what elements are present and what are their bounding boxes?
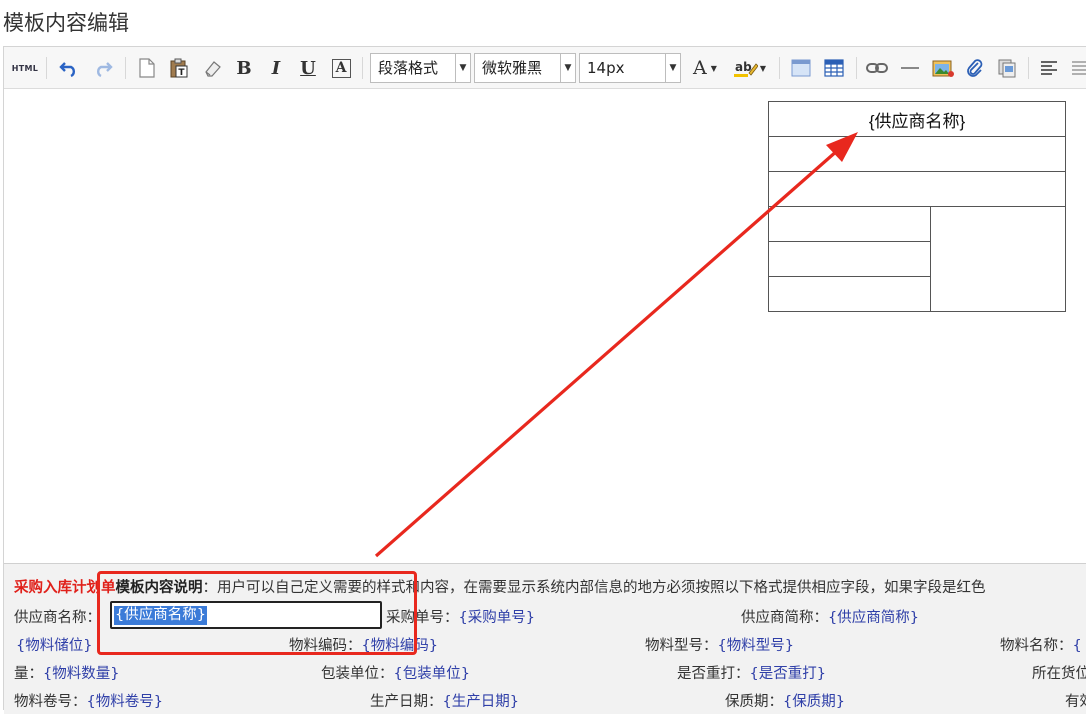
field-material-location[interactable]: {物料储位}	[16, 634, 92, 655]
table-cell[interactable]	[768, 136, 1066, 172]
table-header-cell[interactable]: {供应商名称}	[768, 101, 1066, 137]
table-cell[interactable]	[768, 206, 931, 242]
field-package-unit[interactable]: 包装单位：{包装单位}	[321, 662, 470, 683]
page-title: 模板内容编辑	[3, 11, 129, 35]
html-source-button[interactable]: HTML	[10, 54, 40, 82]
paste-text-icon[interactable]: T	[166, 54, 192, 82]
eraser-icon[interactable]	[199, 54, 225, 82]
font-family-select[interactable]: 微软雅黑 ▼	[474, 53, 576, 83]
align-justify-icon[interactable]	[1068, 54, 1086, 82]
paragraph-format-value: 段落格式	[378, 59, 439, 77]
field-roll-no[interactable]: 物料卷号：{物料卷号}	[14, 690, 163, 711]
table-icon[interactable]	[821, 54, 847, 82]
table-cell[interactable]	[768, 276, 931, 312]
field-reprint[interactable]: 是否重打：{是否重打}	[677, 662, 826, 683]
font-family-value: 微软雅黑	[482, 59, 543, 77]
field-material-model[interactable]: 物料型号：{物料型号}	[645, 634, 794, 655]
attachment-icon[interactable]	[962, 54, 988, 82]
field-production-date[interactable]: 生产日期：{生产日期}	[370, 690, 519, 711]
table-cell[interactable]	[930, 206, 1066, 312]
field-valid[interactable]: 有效	[1065, 690, 1086, 711]
template-icon[interactable]	[994, 54, 1020, 82]
font-size-select[interactable]: 14px ▼	[579, 53, 681, 83]
editor-content-area[interactable]: {供应商名称}	[4, 89, 1086, 563]
font-size-value: 14px	[587, 59, 625, 77]
field-material-name[interactable]: 物料名称：{	[1000, 634, 1082, 655]
link-icon[interactable]	[864, 54, 890, 82]
chevron-down-icon: ▼	[455, 54, 470, 82]
text-frame-icon[interactable]: A	[329, 54, 353, 82]
field-shelf-life[interactable]: 保质期：{保质期}	[725, 690, 845, 711]
paragraph-format-select[interactable]: 段落格式 ▼	[370, 53, 471, 83]
description-text: ：用户可以自己定义需要的样式和内容，在需要显示系统内部信息的地方必须按照以下格式…	[202, 580, 986, 596]
template-field-info-panel: 采购入库计划单模板内容说明：用户可以自己定义需要的样式和内容，在需要显示系统内部…	[4, 563, 1086, 714]
html-source-label: HTML	[11, 63, 39, 73]
selected-field-value: {供应商名称}	[114, 606, 207, 625]
field-purchase-no[interactable]: 采购单号：{采购单号}	[386, 606, 535, 627]
undo-icon[interactable]	[56, 54, 82, 82]
info-description: 采购入库计划单模板内容说明：用户可以自己定义需要的样式和内容，在需要显示系统内部…	[14, 576, 986, 597]
template-table[interactable]: {供应商名称}	[768, 101, 1066, 312]
field-location[interactable]: 所在货位	[1032, 662, 1086, 683]
horizontal-rule-icon[interactable]	[897, 54, 923, 82]
svg-text:T: T	[178, 68, 185, 78]
field-supplier-short[interactable]: 供应商简称：{供应商简称}	[741, 606, 919, 627]
underline-icon[interactable]: U	[296, 54, 320, 82]
chevron-down-icon: ▼	[665, 54, 680, 82]
font-color-icon[interactable]: A ▼	[687, 54, 723, 82]
selected-field-input[interactable]: {供应商名称}	[110, 601, 382, 629]
italic-icon[interactable]: I	[264, 54, 288, 82]
align-left-icon[interactable]	[1037, 54, 1061, 82]
editor-toolbar: HTML T B I U A 段落格式 ▼ 微软雅黑 ▼ 14px ▼ A ▼ …	[4, 47, 1086, 89]
table-cell[interactable]	[768, 171, 1066, 207]
image-icon[interactable]	[930, 54, 956, 82]
new-document-icon[interactable]	[135, 54, 159, 82]
bold-icon[interactable]: B	[232, 54, 256, 82]
highlight-color-icon[interactable]: ab ▼	[729, 54, 771, 82]
insert-table-icon[interactable]	[788, 54, 814, 82]
field-material-code[interactable]: 物料编码：{物料编码}	[289, 634, 438, 655]
field-label: 供应商名称：	[14, 610, 101, 626]
form-type-label: 采购入库计划单	[14, 580, 116, 596]
description-heading: 模板内容说明	[115, 580, 203, 596]
rich-text-editor: HTML T B I U A 段落格式 ▼ 微软雅黑 ▼ 14px ▼ A ▼ …	[3, 46, 1086, 714]
field-material-qty[interactable]: 量：{物料数量}	[14, 662, 119, 683]
chevron-down-icon: ▼	[560, 54, 575, 82]
redo-icon[interactable]	[90, 54, 116, 82]
table-cell[interactable]	[768, 241, 931, 277]
